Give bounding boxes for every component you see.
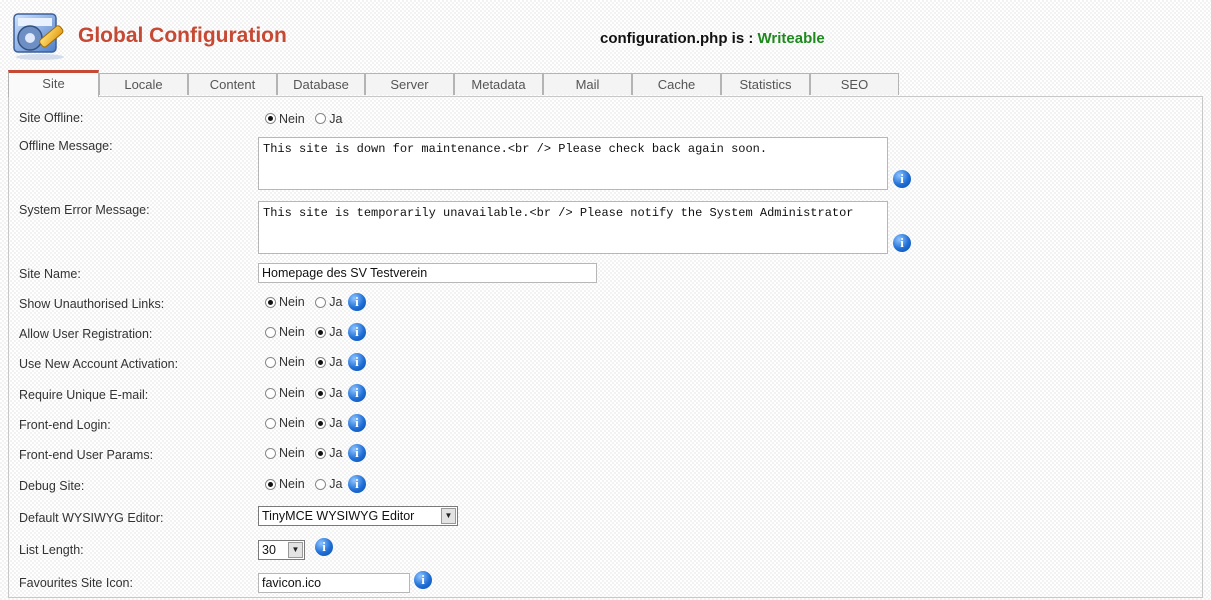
frontend-user-params-ja-radio[interactable]	[315, 447, 327, 459]
frontend-login-nein-radio[interactable]	[265, 417, 276, 429]
chevron-down-icon[interactable]: ▼	[288, 542, 303, 558]
radio-label-nein: Nein	[279, 446, 305, 460]
radio-label-nein: Nein	[279, 477, 305, 491]
tab-site[interactable]: Site	[8, 70, 99, 97]
config-tabs: Site Locale Content Database Server Meta…	[8, 70, 1203, 97]
frontend-login-ja-radio[interactable]	[315, 417, 327, 429]
show-unauthorised-links-ja-radio[interactable]	[315, 296, 327, 308]
require-unique-email-info-icon[interactable]	[347, 384, 366, 402]
site-settings-panel: Site Offline: Nein Ja Offline Message: T…	[8, 96, 1203, 598]
debug-site-ja-radio[interactable]	[315, 478, 327, 490]
tab-metadata[interactable]: Metadata	[454, 73, 543, 95]
page-header: Global Configuration configuration.php i…	[8, 4, 1203, 64]
frontend-user-params-label: Front-end User Params:	[19, 448, 154, 462]
tab-seo[interactable]: SEO	[810, 73, 899, 95]
debug-site-nein-radio[interactable]	[265, 478, 276, 490]
radio-label-ja: Ja	[329, 446, 343, 460]
list-length-info-icon[interactable]	[315, 538, 333, 556]
show-unauthorised-links-nein-radio[interactable]	[265, 296, 276, 308]
site-offline-ja-radio[interactable]	[315, 113, 327, 125]
frontend-login-radios: Nein Ja	[265, 414, 366, 432]
allow-user-registration-ja-radio[interactable]	[315, 326, 327, 338]
offline-message-textarea[interactable]: This site is down for maintenance.<br />…	[258, 137, 888, 190]
chevron-down-icon[interactable]: ▼	[441, 508, 456, 524]
use-new-account-activation-nein-radio[interactable]	[265, 356, 276, 368]
config-file-status: configuration.php is : Writeable	[600, 30, 825, 47]
config-status-value: Writeable	[757, 30, 825, 47]
radio-label-ja: Ja	[329, 386, 343, 400]
favourites-site-icon-input[interactable]	[258, 573, 410, 593]
require-unique-email-nein-radio[interactable]	[265, 387, 276, 399]
tab-mail[interactable]: Mail	[543, 73, 632, 95]
system-error-message-label: System Error Message:	[19, 203, 150, 217]
require-unique-email-ja-radio[interactable]	[315, 387, 327, 399]
tab-content[interactable]: Content	[188, 73, 277, 95]
allow-user-registration-info-icon[interactable]	[347, 323, 366, 341]
radio-label-ja: Ja	[329, 355, 343, 369]
list-length-select[interactable]: 30 ▼	[258, 540, 305, 560]
radio-label-nein: Nein	[279, 355, 305, 369]
radio-label-ja: Ja	[329, 325, 343, 339]
default-wysiwyg-editor-select[interactable]: TinyMCE WYSIWYG Editor ▼	[258, 506, 458, 526]
site-offline-label: Site Offline:	[19, 111, 84, 125]
list-length-label: List Length:	[19, 543, 84, 557]
tab-statistics[interactable]: Statistics	[721, 73, 810, 95]
tab-server[interactable]: Server	[365, 73, 454, 95]
radio-label-ja: Ja	[329, 477, 343, 491]
favourites-site-icon-label: Favourites Site Icon:	[19, 576, 133, 590]
radio-label-nein: Nein	[279, 325, 305, 339]
site-offline-radios: Nein Ja	[265, 111, 349, 126]
tab-database[interactable]: Database	[277, 73, 365, 95]
frontend-user-params-radios: Nein Ja	[265, 444, 366, 462]
radio-label-nein: Nein	[279, 416, 305, 430]
list-length-value: 30	[262, 543, 276, 557]
show-unauthorised-links-label: Show Unauthorised Links:	[19, 297, 165, 311]
system-error-message-info-icon[interactable]	[893, 234, 911, 252]
default-wysiwyg-editor-label: Default WYSIWYG Editor:	[19, 511, 164, 525]
radio-label-nein: Nein	[279, 295, 305, 309]
favourites-site-icon-info-icon[interactable]	[414, 571, 432, 589]
global-configuration-logo-icon	[13, 13, 64, 60]
site-offline-nein-radio[interactable]	[265, 113, 276, 125]
allow-user-registration-nein-radio[interactable]	[265, 326, 276, 338]
allow-user-registration-label: Allow User Registration:	[19, 327, 153, 341]
frontend-login-label: Front-end Login:	[19, 418, 111, 432]
radio-label-nein: Nein	[279, 111, 305, 126]
config-status-prefix: configuration.php is :	[600, 30, 754, 47]
require-unique-email-radios: Nein Ja	[265, 384, 366, 402]
tab-locale[interactable]: Locale	[99, 73, 188, 95]
page-title: Global Configuration	[78, 24, 287, 47]
radio-label-ja: Ja	[329, 295, 343, 309]
radio-label-ja: Ja	[329, 111, 343, 126]
use-new-account-activation-ja-radio[interactable]	[315, 356, 327, 368]
use-new-account-activation-label: Use New Account Activation:	[19, 357, 179, 371]
system-error-message-textarea[interactable]: This site is temporarily unavailable.<br…	[258, 201, 888, 254]
show-unauthorised-links-info-icon[interactable]	[347, 293, 366, 311]
use-new-account-activation-info-icon[interactable]	[347, 353, 366, 371]
frontend-user-params-info-icon[interactable]	[347, 444, 366, 462]
radio-label-nein: Nein	[279, 386, 305, 400]
debug-site-info-icon[interactable]	[347, 475, 366, 493]
show-unauthorised-links-radios: Nein Ja	[265, 293, 366, 311]
radio-label-ja: Ja	[329, 416, 343, 430]
tab-cache[interactable]: Cache	[632, 73, 721, 95]
default-wysiwyg-editor-value: TinyMCE WYSIWYG Editor	[262, 509, 415, 523]
debug-site-label: Debug Site:	[19, 479, 85, 493]
offline-message-info-icon[interactable]	[893, 170, 911, 188]
debug-site-radios: Nein Ja	[265, 475, 366, 493]
frontend-login-info-icon[interactable]	[347, 414, 366, 432]
require-unique-email-label: Require Unique E-mail:	[19, 388, 149, 402]
allow-user-registration-radios: Nein Ja	[265, 323, 366, 341]
site-name-label: Site Name:	[19, 267, 81, 281]
use-new-account-activation-radios: Nein Ja	[265, 353, 366, 371]
site-name-input[interactable]	[258, 263, 597, 283]
offline-message-label: Offline Message:	[19, 139, 113, 153]
frontend-user-params-nein-radio[interactable]	[265, 447, 276, 459]
